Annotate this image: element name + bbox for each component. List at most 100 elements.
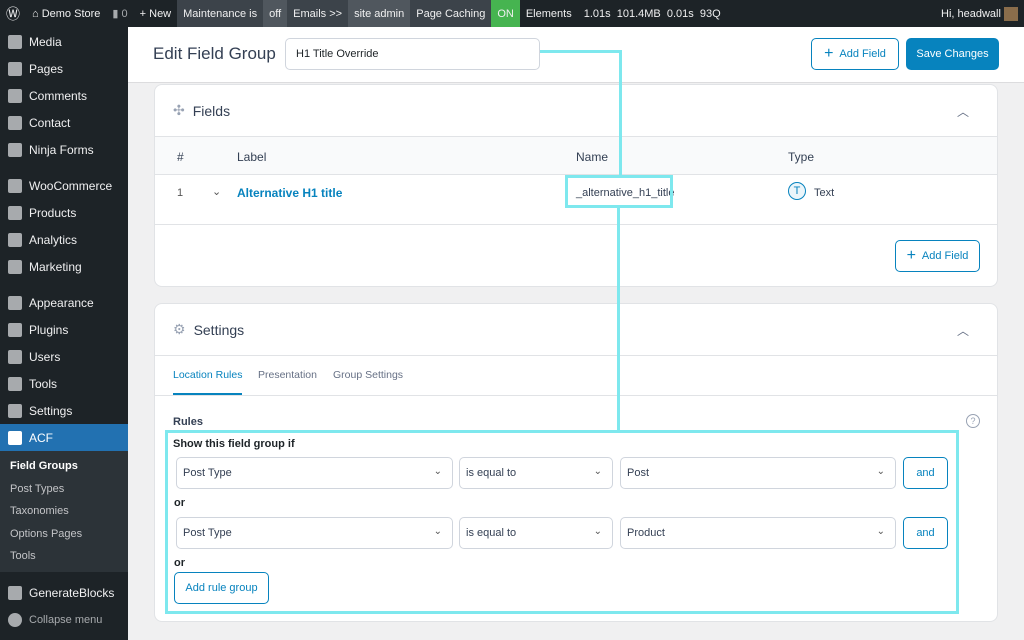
sidebar-item-ninja-forms[interactable]: Ninja Forms — [0, 136, 128, 163]
fields-panel-header[interactable]: ✣ Fields ︿ — [155, 85, 997, 137]
sidebar-item-marketing[interactable]: Marketing — [0, 253, 128, 280]
site-link[interactable]: ⌂ Demo Store — [26, 0, 106, 27]
wordpress-logo-icon[interactable]: Ⓦ — [0, 0, 26, 27]
admin-menu: Media Pages Comments Contact Ninja Forms WooC… — [0, 28, 128, 451]
sidebar-item-plugins[interactable]: Plugins — [0, 316, 128, 343]
appearance-icon — [8, 295, 22, 310]
sidebar-item-label: Marketing — [29, 259, 82, 274]
add-field-bottom-button[interactable]: + Add Field — [895, 240, 980, 272]
avatar — [1004, 6, 1018, 21]
generateblocks-icon — [8, 586, 22, 600]
collapse-menu-button[interactable]: Collapse menu — [0, 607, 128, 634]
sidebar-item-label: Pages — [29, 61, 64, 76]
sidebar-item-label: Contact — [29, 115, 71, 130]
annotation-highlight-name — [565, 175, 673, 208]
page-header: Edit Field Group H1 Title Override + Add … — [128, 27, 1024, 83]
tab-group-settings[interactable]: Group Settings — [333, 369, 403, 381]
sidebar-item-label: Products — [29, 205, 77, 220]
contact-icon — [8, 115, 22, 130]
chevron-up-icon[interactable]: ︿ — [957, 103, 969, 120]
sidebar-item-label: Tools — [29, 376, 58, 391]
sidebar-item-contact[interactable]: Contact — [0, 109, 128, 136]
sidebar-item-acf[interactable]: ACF — [0, 424, 128, 451]
sidebar-item-media[interactable]: Media — [0, 28, 128, 55]
emails-value[interactable]: site admin — [348, 0, 411, 27]
puzzle-icon: ✣ — [173, 102, 185, 118]
page-caching-label[interactable]: Page Caching — [410, 0, 492, 27]
field-group-title-input[interactable]: H1 Title Override — [285, 38, 540, 70]
chevron-down-icon[interactable]: ⌄ — [212, 185, 221, 198]
emails-link[interactable]: Emails >> — [287, 0, 349, 27]
sidebar-item-label: ACF — [29, 430, 53, 445]
admin-bar: Ⓦ ⌂ Demo Store ▮ 0 + New Maintenance is … — [0, 0, 1024, 27]
sidebar-item-analytics[interactable]: Analytics — [0, 226, 128, 253]
greeting: Hi, headwall — [941, 7, 1001, 20]
comments-link[interactable]: ▮ 0 — [106, 0, 133, 27]
submenu-item-field-groups[interactable]: Field Groups — [0, 455, 128, 478]
collapse-icon — [8, 613, 22, 627]
col-label: Label — [237, 150, 267, 164]
field-label-link[interactable]: Alternative H1 title — [237, 186, 342, 200]
new-label: New — [149, 7, 172, 20]
gear-icon: ⚙ — [173, 321, 186, 337]
site-name: Demo Store — [41, 7, 101, 20]
panel-title: Fields — [192, 102, 231, 119]
tab-presentation[interactable]: Presentation — [258, 369, 317, 381]
sidebar-item-woocommerce[interactable]: WooCommerce — [0, 172, 128, 199]
products-icon — [8, 205, 22, 220]
tools-icon — [8, 376, 22, 391]
sidebar-item-users[interactable]: Users — [0, 343, 128, 370]
settings-icon — [8, 403, 22, 418]
sidebar-item-label: Analytics — [29, 232, 78, 247]
acf-icon — [8, 430, 22, 445]
col-name: Name — [576, 150, 609, 164]
col-number: # — [177, 150, 184, 164]
help-icon[interactable]: ? — [966, 414, 980, 428]
submenu-item-post-types[interactable]: Post Types — [0, 478, 128, 501]
annotation-line — [617, 207, 620, 431]
new-link[interactable]: + New — [134, 0, 178, 27]
tab-location-rules[interactable]: Location Rules — [173, 369, 243, 395]
sidebar-item-tools[interactable]: Tools — [0, 370, 128, 397]
col-type: Type — [788, 150, 815, 164]
plus-icon: + — [906, 247, 916, 264]
performance-stats[interactable]: 1.01s 101.4MB 0.01s 93Q — [578, 0, 727, 27]
acf-submenu: Field Groups Post Types Taxonomies Options … — [0, 451, 128, 572]
submenu-item-options-pages[interactable]: Options Pages — [0, 523, 128, 546]
account-link[interactable]: Hi, headwall — [935, 0, 1024, 27]
maintenance-value[interactable]: off — [263, 0, 288, 27]
sidebar-item-generateblocks[interactable]: GenerateBlocks — [0, 580, 128, 607]
chevron-up-icon[interactable]: ︿ — [957, 322, 969, 339]
comments-icon — [8, 88, 22, 103]
collapse-label: Collapse menu — [29, 614, 103, 626]
analytics-icon — [8, 232, 22, 247]
ninja-forms-icon — [8, 142, 22, 157]
add-field-button[interactable]: + Add Field — [811, 38, 899, 70]
pages-icon — [8, 61, 22, 76]
add-field-label: Add Field — [839, 48, 886, 60]
submenu-item-taxonomies[interactable]: Taxonomies — [0, 500, 128, 523]
sidebar-item-label: Appearance — [29, 295, 94, 310]
media-icon — [8, 34, 22, 49]
submenu-item-tools[interactable]: Tools — [0, 545, 128, 568]
settings-panel-header[interactable]: ⚙ Settings ︿ — [155, 304, 997, 356]
sidebar-item-label: GenerateBlocks — [29, 586, 115, 600]
field-number: 1 — [177, 187, 184, 199]
sidebar-item-label: WooCommerce — [29, 178, 113, 193]
sidebar-item-settings[interactable]: Settings — [0, 397, 128, 424]
sidebar-item-products[interactable]: Products — [0, 199, 128, 226]
page-caching-value[interactable]: ON — [491, 0, 520, 27]
plus-icon: + — [824, 45, 834, 62]
settings-tabs: Location Rules Presentation Group Settin… — [155, 356, 997, 396]
users-icon — [8, 349, 22, 364]
sidebar-item-appearance[interactable]: Appearance — [0, 289, 128, 316]
elements-link[interactable]: Elements — [520, 0, 578, 27]
marketing-icon — [8, 259, 22, 274]
sidebar-item-comments[interactable]: Comments — [0, 82, 128, 109]
maintenance-label[interactable]: Maintenance is — [177, 0, 264, 27]
sidebar-item-pages[interactable]: Pages — [0, 55, 128, 82]
annotation-highlight-rules — [165, 430, 959, 614]
text-type-icon: T — [788, 182, 806, 200]
field-type: Text — [814, 187, 835, 199]
save-changes-button[interactable]: Save Changes — [906, 38, 999, 70]
